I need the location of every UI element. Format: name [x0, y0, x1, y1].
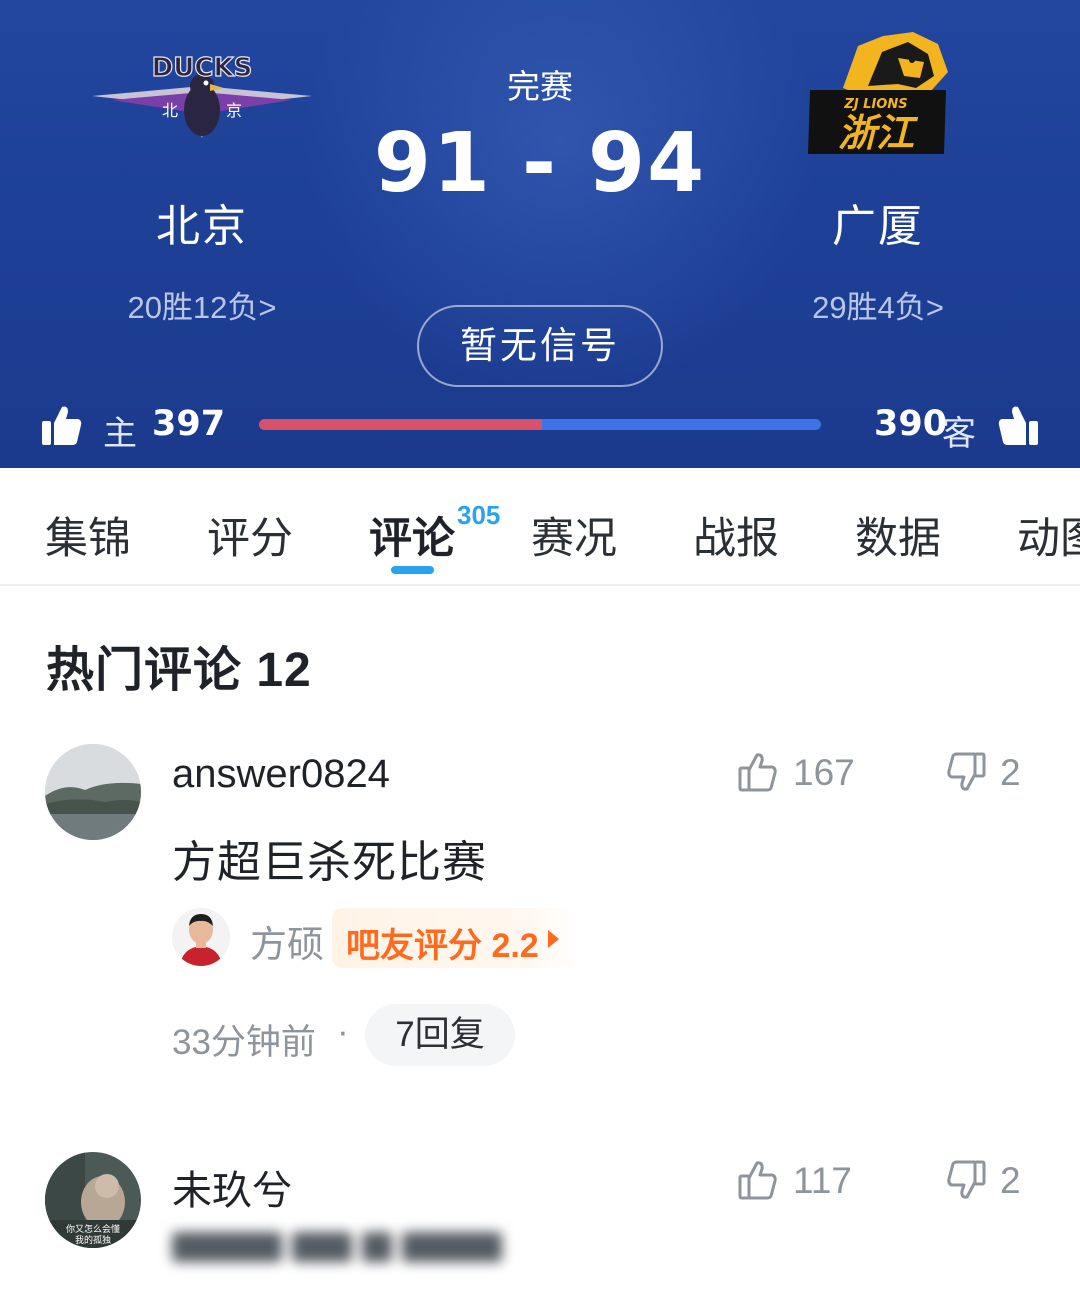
dislike-count: 2	[1000, 752, 1021, 793]
home-support-fill	[259, 419, 543, 430]
tab-comments-label: 评论	[369, 515, 455, 563]
dislike-count: 2	[1000, 1160, 1021, 1201]
like-button[interactable]: 117	[738, 1160, 858, 1204]
avatar[interactable]: 你又怎么会懂 我的孤独	[45, 1152, 141, 1248]
away-vote-count: 390	[874, 404, 948, 444]
tab-comments[interactable]: 评论305	[369, 500, 500, 566]
replies-button[interactable]: 7回复	[365, 1004, 515, 1066]
like-count: 167	[793, 752, 855, 793]
avatar[interactable]	[45, 744, 141, 840]
dislike-button[interactable]: 2	[946, 752, 1026, 796]
dislike-button[interactable]: 2	[946, 1160, 1026, 1204]
support-vote-row: 主 397 390 客	[0, 400, 1080, 453]
home-team-record[interactable]: 20胜12负>	[72, 282, 332, 327]
player-name: 方硕	[250, 924, 324, 965]
hot-comments-title: 热门评论 12	[46, 644, 312, 697]
away-team[interactable]: ZJ LIONS 浙江 广厦 29胜4负>	[748, 28, 1008, 327]
fan-rating-pill[interactable]: 吧友评分 2.2	[332, 908, 578, 968]
thumbs-down-outline-icon	[947, 752, 986, 791]
tab-report[interactable]: 战报	[693, 504, 779, 566]
tab-ratings[interactable]: 评分	[207, 504, 293, 566]
comment-text: 方超巨杀死比赛	[172, 838, 487, 887]
away-team-name: 广厦	[832, 202, 924, 251]
thumbs-down-outline-icon	[947, 1160, 986, 1199]
comment-count-badge: 305	[457, 500, 501, 530]
tab-live[interactable]: 赛况	[531, 504, 617, 566]
fan-rating-text: 吧友评分 2.2	[346, 927, 539, 965]
thumbs-up-icon[interactable]	[42, 404, 82, 446]
tab-stats[interactable]: 数据	[855, 504, 941, 566]
away-team-record[interactable]: 29胜4负>	[748, 282, 1008, 327]
away-record-text: 29胜4负	[812, 290, 926, 325]
tab-highlights[interactable]: 集锦	[45, 504, 131, 566]
like-count: 117	[793, 1160, 852, 1201]
active-tab-indicator	[391, 566, 434, 574]
svg-text:我的孤独: 我的孤独	[75, 1234, 111, 1246]
svg-text:ZJ LIONS: ZJ LIONS	[843, 97, 907, 112]
comment-timestamp: 33分钟前	[172, 1023, 316, 1062]
chevron-right-icon: >	[258, 290, 277, 325]
thumbs-up-outline-icon	[738, 753, 777, 792]
play-arrow-icon	[548, 930, 559, 948]
thumbs-up-icon[interactable]	[998, 404, 1038, 446]
thumbs-up-outline-icon	[738, 1161, 777, 1200]
player-avatar	[172, 908, 230, 966]
away-vote-label: 客	[942, 415, 976, 453]
home-vote-label: 主	[103, 415, 137, 453]
away-score: 94	[588, 116, 707, 211]
svg-text:你又怎么会懂: 你又怎么会懂	[66, 1223, 120, 1235]
score-dash: -	[521, 116, 559, 211]
chevron-right-icon: >	[925, 290, 944, 325]
match-header: DUCKS 北 京 北京 20胜12负> 完赛 91-94 暂无信号 ZJ LI…	[0, 0, 1080, 468]
tab-bar: 集锦 评分 评论305 赛况 战报 数据 动图	[0, 468, 1080, 586]
no-signal-button[interactable]: 暂无信号	[417, 305, 663, 387]
like-button[interactable]: 167	[738, 752, 858, 796]
comment-username[interactable]: 未玖兮	[172, 1158, 292, 1216]
home-record-text: 20胜12负	[127, 290, 259, 325]
svg-text:浙江: 浙江	[838, 111, 919, 155]
home-vote-count: 397	[152, 404, 226, 444]
blurred-comment-text	[172, 1232, 592, 1266]
away-team-logo: ZJ LIONS 浙江	[748, 28, 1008, 158]
comment-username[interactable]: answer0824	[172, 752, 390, 797]
home-score: 91	[373, 116, 492, 211]
tab-gifs[interactable]: 动图	[1017, 504, 1080, 566]
support-ratio-bar	[259, 419, 821, 430]
meta-separator: ·	[337, 1012, 349, 1051]
